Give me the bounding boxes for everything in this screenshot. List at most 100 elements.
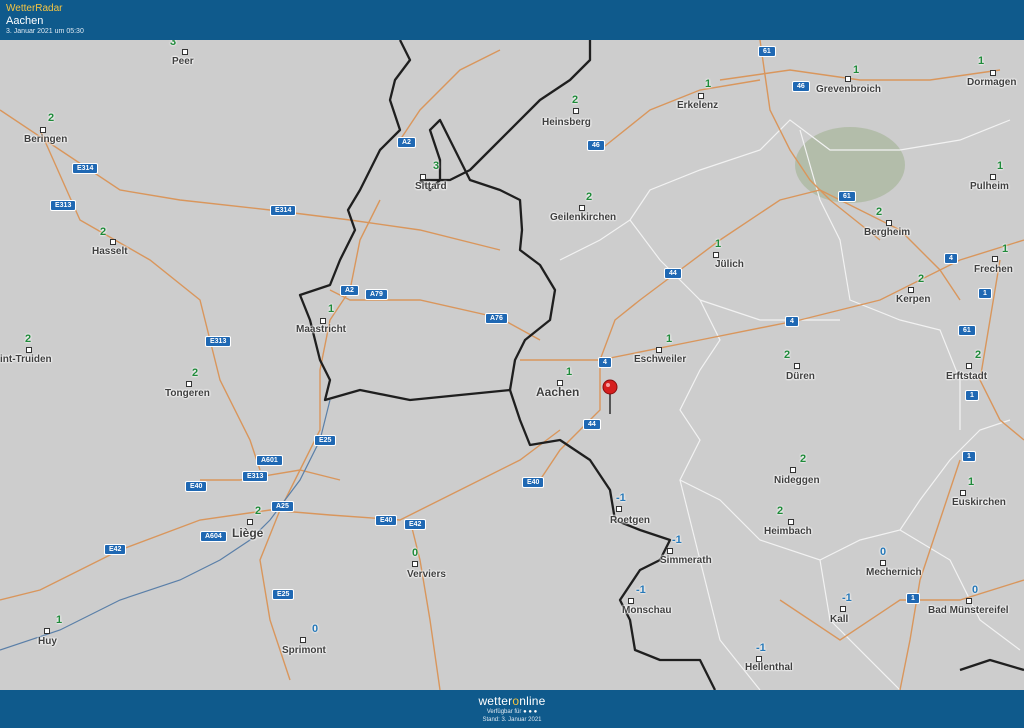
city-label[interactable]: Maastricht <box>296 324 346 335</box>
city-label[interactable]: Heinsberg <box>542 117 591 128</box>
city-marker <box>794 363 800 369</box>
city-marker <box>300 637 306 643</box>
road-shield: E25 <box>272 589 295 600</box>
temperature-label: 0 <box>972 584 979 596</box>
city-label[interactable]: Mechernich <box>866 567 922 578</box>
road-shield: 46 <box>792 81 810 92</box>
temperature-label: 2 <box>48 112 55 124</box>
weather-map[interactable]: 61 46 A2 46 E314 E313 E314 A2 A79 A76 61… <box>0 40 1024 690</box>
temperature-label: 3 <box>170 40 177 48</box>
city-marker <box>656 347 662 353</box>
road-shield: E25 <box>314 435 337 446</box>
city-label[interactable]: Pulheim <box>970 181 1009 192</box>
temperature-label: 1 <box>997 160 1004 172</box>
city-label[interactable]: Beringen <box>24 134 67 145</box>
city-label[interactable]: Geilenkirchen <box>550 212 616 223</box>
city-label[interactable]: Bad Münstereifel <box>928 605 1009 616</box>
city-marker <box>960 490 966 496</box>
road-shield: E40 <box>375 515 398 526</box>
city-marker <box>573 108 579 114</box>
temperature-label: 1 <box>705 78 712 90</box>
city-marker <box>698 93 704 99</box>
city-label[interactable]: Erftstadt <box>946 371 987 382</box>
timestamp: 3. Januar 2021 um 05:30 <box>6 28 84 35</box>
city-label[interactable]: Sittard <box>415 181 447 192</box>
road-shield: 4 <box>598 357 612 368</box>
road-shield: E314 <box>72 163 99 174</box>
city-label[interactable]: Düren <box>786 371 815 382</box>
temperature-label: 2 <box>876 206 883 218</box>
temperature-label: -1 <box>616 492 626 504</box>
temperature-label: -1 <box>672 534 682 546</box>
city-label[interactable]: Grevenbroich <box>816 84 881 95</box>
logo-text-part: wetter <box>478 694 513 708</box>
city-label[interactable]: int-Truiden <box>0 354 52 365</box>
temperature-label: 2 <box>800 453 807 465</box>
road-shield: 1 <box>962 451 976 462</box>
city-label[interactable]: Monschau <box>622 605 671 616</box>
platform-icons: ● ● ● <box>523 709 538 715</box>
city-label[interactable]: Erkelenz <box>677 100 718 111</box>
city-label[interactable]: Roetgen <box>610 515 650 526</box>
city-label[interactable]: Bergheim <box>864 227 910 238</box>
app-header: WetterRadar Aachen 3. Januar 2021 um 05:… <box>0 0 1024 40</box>
city-label[interactable]: Euskirchen <box>952 497 1006 508</box>
temperature-label: 2 <box>192 367 199 379</box>
road-shield: A25 <box>271 501 294 512</box>
availability-label: Verfügbar für <box>486 709 522 715</box>
city-label[interactable]: Kerpen <box>896 294 930 305</box>
temperature-label: 2 <box>777 505 784 517</box>
temperature-label: -1 <box>756 642 766 654</box>
city-marker <box>579 205 585 211</box>
road-shield: 1 <box>965 390 979 401</box>
city-label[interactable]: Hasselt <box>92 246 128 257</box>
road-shield: 46 <box>587 140 605 151</box>
road-shield: A604 <box>200 531 227 542</box>
city-label[interactable]: Hellenthal <box>745 662 793 673</box>
city-marker <box>412 561 418 567</box>
city-marker <box>186 381 192 387</box>
city-label[interactable]: Tongeren <box>165 388 210 399</box>
city-label[interactable]: Nideggen <box>774 475 820 486</box>
city-label[interactable]: Dormagen <box>967 77 1016 88</box>
brand-title: WetterRadar <box>6 3 63 14</box>
road-shield: 61 <box>958 325 976 336</box>
road-shield: E40 <box>522 477 545 488</box>
city-marker <box>26 347 32 353</box>
red-location-pin-icon[interactable] <box>600 378 620 416</box>
city-marker <box>616 506 622 512</box>
road-shield: 61 <box>838 191 856 202</box>
city-marker <box>992 256 998 262</box>
city-label[interactable]: Simmerath <box>660 555 712 566</box>
road-shield: E313 <box>205 336 232 347</box>
city-marker <box>880 560 886 566</box>
city-label[interactable]: Verviers <box>407 569 446 580</box>
status-text: Stand: 3. Januar 2021 <box>482 717 542 723</box>
temperature-label: 2 <box>918 273 925 285</box>
road-shield: 44 <box>664 268 682 279</box>
city-label[interactable]: Sprimont <box>282 645 326 656</box>
city-label[interactable]: Aachen <box>536 385 579 399</box>
wetteronline-logo[interactable]: wetteronline <box>0 694 1024 708</box>
city-label[interactable]: Kall <box>830 614 848 625</box>
road-shield: A2 <box>397 137 416 148</box>
city-marker <box>110 239 116 245</box>
app-footer: wetteronline Verfügbar für ● ● ● Stand: … <box>0 690 1024 728</box>
city-marker <box>966 363 972 369</box>
city-label[interactable]: Frechen <box>974 264 1013 275</box>
city-label[interactable]: Eschweiler <box>634 354 686 365</box>
city-marker <box>966 598 972 604</box>
city-marker <box>247 519 253 525</box>
city-label[interactable]: Huy <box>38 636 57 647</box>
temperature-label: 1 <box>715 238 722 250</box>
city-marker <box>182 49 188 55</box>
city-marker <box>845 76 851 82</box>
city-label[interactable]: Jülich <box>715 259 744 270</box>
road-shield: E40 <box>185 481 208 492</box>
temperature-label: 2 <box>25 333 32 345</box>
city-label[interactable]: Heimbach <box>764 526 812 537</box>
city-label[interactable]: Liège <box>232 526 263 540</box>
city-label[interactable]: Peer <box>172 56 194 67</box>
road-shield: 4 <box>785 316 799 327</box>
city-marker <box>420 174 426 180</box>
